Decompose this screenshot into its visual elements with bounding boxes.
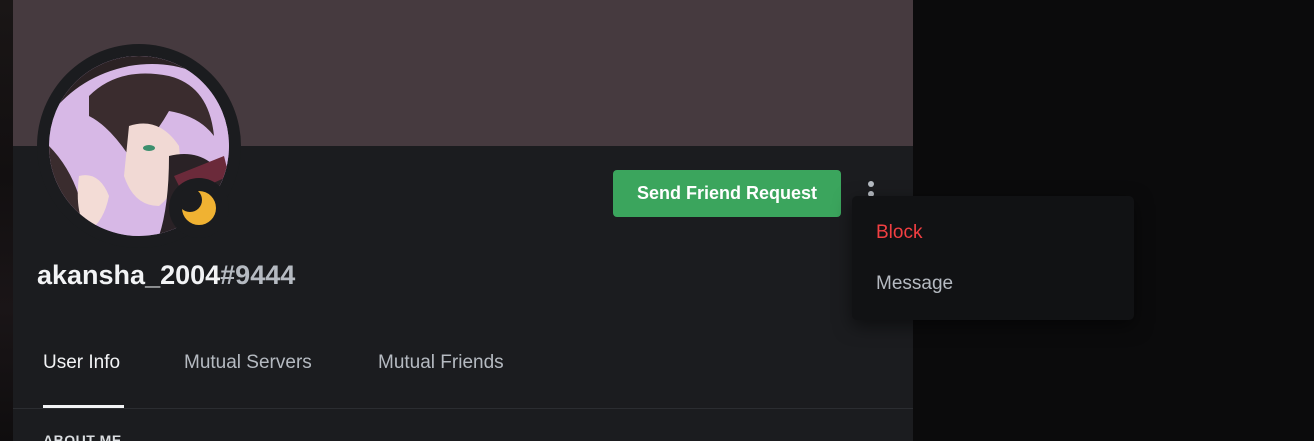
profile-context-menu: Block Message xyxy=(852,196,1134,320)
background-app-edge xyxy=(0,0,13,441)
tab-mutual-friends[interactable]: Mutual Friends xyxy=(378,352,504,374)
tab-mutual-servers[interactable]: Mutual Servers xyxy=(184,352,312,374)
tabs-divider xyxy=(13,408,913,409)
menu-item-message[interactable]: Message xyxy=(860,263,1126,305)
username-discriminator: #9444 xyxy=(220,260,296,290)
send-friend-request-button[interactable]: Send Friend Request xyxy=(613,170,841,217)
menu-item-block[interactable]: Block xyxy=(860,212,1126,254)
user-profile-modal: akansha_2004#9444 Send Friend Request Us… xyxy=(13,0,913,441)
username-text: akansha_2004 xyxy=(37,260,221,290)
idle-moon-icon xyxy=(181,190,216,225)
tab-user-info[interactable]: User Info xyxy=(43,352,120,374)
profile-username: akansha_2004#9444 xyxy=(37,260,295,291)
about-me-heading: ABOUT ME xyxy=(43,432,122,441)
